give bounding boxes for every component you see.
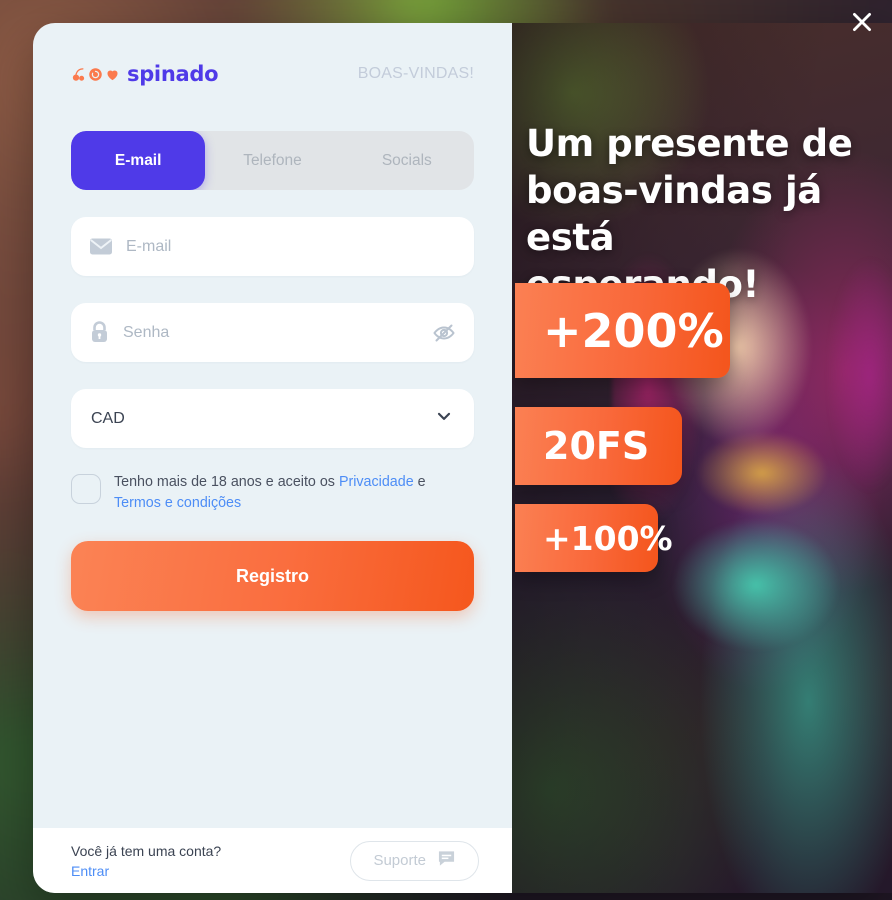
registration-form-pane: spinado BOAS-VINDAS! E-mail Telefone Soc… <box>33 23 512 893</box>
login-link[interactable]: Entrar <box>71 861 221 881</box>
brand-name: spinado <box>127 62 219 86</box>
modal-footer: Você já tem uma conta? Entrar Suporte <box>33 828 512 893</box>
terms-text: Tenho mais de 18 anos e aceito os Privac… <box>114 472 454 514</box>
eye-off-icon[interactable] <box>432 321 456 345</box>
envelope-icon <box>89 237 113 256</box>
modal-header: spinado BOAS-VINDAS! <box>71 51 474 97</box>
close-icon[interactable] <box>838 0 886 44</box>
terms-prefix: Tenho mais de 18 anos e aceito os <box>114 474 339 490</box>
tab-socials[interactable]: Socials <box>340 131 474 190</box>
lock-icon <box>89 321 110 344</box>
promo-headline: Um presente de boas-vindas já está esper… <box>526 122 853 306</box>
terms-row: Tenho mais de 18 anos e aceito os Privac… <box>71 472 474 514</box>
privacy-link[interactable]: Privacidade <box>339 474 414 490</box>
cherry-icon <box>72 67 85 81</box>
terms-link[interactable]: Termos e condições <box>114 495 241 511</box>
password-field[interactable]: Senha <box>71 303 474 362</box>
email-field[interactable]: E-mail <box>71 217 474 276</box>
support-label: Suporte <box>373 852 426 869</box>
registration-modal: spinado BOAS-VINDAS! E-mail Telefone Soc… <box>33 23 892 893</box>
register-button[interactable]: Registro <box>71 541 474 611</box>
app-root: spinado BOAS-VINDAS! E-mail Telefone Soc… <box>0 0 892 900</box>
heart-icon <box>107 70 118 80</box>
password-input-placeholder: Senha <box>123 323 170 341</box>
tab-telefone[interactable]: Telefone <box>205 131 339 190</box>
brand-logo[interactable]: spinado <box>71 62 219 86</box>
promo-pane: Um presente de boas-vindas já está esper… <box>512 23 892 893</box>
currency-selected-value: CAD <box>91 409 125 427</box>
form-body: spinado BOAS-VINDAS! E-mail Telefone Soc… <box>33 23 512 828</box>
have-account-block: Você já tem uma conta? Entrar <box>71 841 221 881</box>
currency-select[interactable]: CAD <box>71 389 474 448</box>
have-account-text: Você já tem uma conta? <box>71 842 222 859</box>
chat-icon <box>437 850 456 871</box>
chevron-down-icon <box>434 406 454 431</box>
age-terms-checkbox[interactable] <box>71 474 101 504</box>
spiral-icon <box>89 67 102 81</box>
terms-conjunction: e <box>413 474 426 490</box>
logo-glyph-group <box>71 67 120 82</box>
promo-badge: 20FS <box>515 407 682 485</box>
promo-badge: +200% <box>515 283 730 378</box>
promo-badge: +100% <box>515 504 673 572</box>
tab-email[interactable]: E-mail <box>71 131 206 190</box>
auth-method-tabs: E-mail Telefone Socials <box>71 131 474 190</box>
email-input-placeholder: E-mail <box>126 237 172 255</box>
welcome-label: BOAS-VINDAS! <box>357 65 474 82</box>
support-button[interactable]: Suporte <box>350 840 479 881</box>
